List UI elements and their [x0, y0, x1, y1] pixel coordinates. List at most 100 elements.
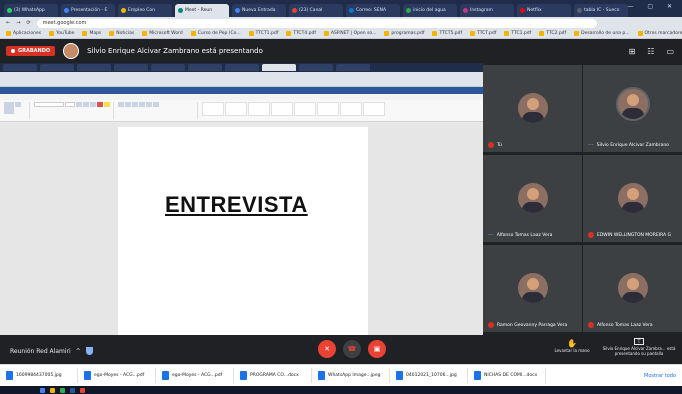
browser-tab[interactable]: Presentación - E — [61, 4, 115, 17]
shared-tab — [3, 64, 37, 71]
download-item[interactable]: ego-Moyes - ACG...pdf — [162, 368, 234, 383]
window-controls[interactable]: — ▢ ✕ — [627, 3, 678, 10]
participant-name: Tú — [497, 142, 502, 148]
download-item[interactable]: WhatsApp Image...jpeg — [318, 368, 390, 383]
browser-tab[interactable]: inicio del agua — [403, 4, 457, 17]
bookmark-icon — [190, 31, 196, 36]
address-bar[interactable]: meet.google.com — [36, 18, 597, 28]
bookmark-icon — [248, 31, 254, 36]
bookmark-item[interactable]: Otros marcadores — [637, 31, 682, 36]
download-item[interactable]: 04012021_10706...jpg — [396, 368, 468, 383]
back-icon[interactable]: ← — [6, 20, 10, 26]
forward-icon[interactable]: → — [16, 20, 20, 26]
show-all-downloads-button[interactable]: Mostrar todo — [644, 373, 676, 379]
browser-tab[interactable]: (23) Canal — [289, 4, 343, 17]
presenting-bar: GRABANDO Silvio Enrique Alcivar Zambrano… — [0, 39, 682, 63]
file-icon — [474, 371, 481, 380]
bookmark-item[interactable]: TTCT5.pdf — [432, 31, 462, 36]
chat-icon[interactable]: ▭ — [666, 47, 674, 56]
participant-tile[interactable]: Ramon Geovanny Parraga Vera — [483, 245, 582, 332]
layout-icon[interactable]: ⊞ — [629, 47, 636, 56]
align-left-icon — [139, 102, 145, 107]
meeting-details[interactable]: Reunión Red Alamiri ^ — [10, 347, 93, 355]
bookmark-label: TTCT4.pdf — [293, 31, 316, 36]
presentation-button[interactable]: ⇡ Silvio Enrique Alcivar Zambra... está … — [600, 338, 678, 357]
camera-off-icon: ▣ — [373, 345, 381, 353]
download-name: ego-Moyes - ACG...pdf — [94, 373, 145, 378]
download-item[interactable]: ego-Moyes - ACG...pdf — [84, 368, 156, 383]
participant-name: Silvio Enrique Alcivar Zambrano — [596, 143, 669, 148]
bookmark-item[interactable]: Curso de Pep (Co... — [190, 31, 241, 36]
start-icon[interactable] — [40, 387, 45, 393]
shield-icon[interactable] — [85, 347, 93, 355]
app-icon[interactable] — [80, 387, 85, 393]
bookmark-label: Aplicaciones — [13, 31, 42, 36]
participant-tile[interactable]: EDWIN WELLINGTON MOREIRA G — [583, 155, 682, 242]
participant-tile[interactable]: Tú — [483, 65, 582, 152]
participant-tile[interactable]: ··· Silvio Enrique Alcivar Zambrano — [583, 65, 682, 152]
reload-icon[interactable]: ⟳ — [26, 20, 30, 26]
bookmark-icon — [286, 31, 292, 36]
bookmark-item[interactable]: ASP.NET | Open so... — [323, 31, 376, 36]
participant-avatar — [617, 273, 648, 303]
shared-tab — [40, 64, 74, 71]
browser-tab[interactable]: Instagram — [460, 4, 514, 17]
browser-tab[interactable]: Nueva Entrada — [232, 4, 286, 17]
bookmark-item[interactable]: Noticias — [109, 31, 134, 36]
bookmark-item[interactable]: Aplicaciones — [6, 31, 41, 36]
style-emphasis — [340, 102, 362, 116]
browser-tab[interactable]: tabla IC - Sueco — [574, 4, 628, 17]
download-name: ego-Moyes - ACG...pdf — [172, 373, 223, 378]
bookmark-item[interactable]: YouTube — [49, 31, 74, 36]
download-item[interactable]: 1609984437005.jpg — [6, 368, 78, 383]
style-title — [294, 102, 316, 116]
bookmark-item[interactable]: TTC2.pdf — [539, 31, 566, 36]
bookmark-icon — [6, 31, 11, 36]
raise-hand-button[interactable]: ✋ Levantar la mano — [552, 339, 592, 353]
bookmark-item[interactable]: Desarrollo de una p... — [574, 31, 630, 36]
raise-hand-label: Levantar la mano — [554, 348, 590, 353]
participant-tile[interactable]: Alfonso Tomas Laaz Vera — [583, 245, 682, 332]
browser-tab[interactable]: Correo: SENA — [346, 4, 400, 17]
download-item[interactable]: NICHAS DE COMI...docx — [474, 368, 546, 383]
browser-tab-strip: (3) WhatsApp Presentación - E Empleo Con Me… — [0, 0, 682, 17]
people-icon[interactable]: ☷ — [647, 47, 654, 56]
bookmark-icon — [432, 31, 438, 36]
shared-tab — [299, 64, 333, 71]
bookmark-item[interactable]: Microsoft Word — [142, 31, 183, 36]
tab-label: Netflix — [527, 8, 542, 13]
bullets-icon — [118, 102, 124, 107]
bookmark-icon — [323, 31, 329, 36]
bookmark-item[interactable]: TTC1.pdf — [504, 31, 531, 36]
bookmark-item[interactable]: TTCT4.pdf — [286, 31, 316, 36]
shared-tab — [114, 64, 148, 71]
browser-tab[interactable]: (3) WhatsApp — [4, 4, 58, 17]
mic-off-button[interactable]: ✕ — [318, 340, 336, 358]
bookmark-item[interactable]: TTCT.pdf — [470, 31, 496, 36]
browser-tab[interactable]: Netflix — [517, 4, 571, 17]
bookmark-item[interactable]: TTCT1.pdf — [248, 31, 278, 36]
word-icon[interactable] — [70, 387, 75, 393]
align-center-icon — [146, 102, 152, 107]
participant-tile[interactable]: ··· Alfonso Tomas Laaz Vera — [483, 155, 582, 242]
shared-bookmarks-bar — [0, 80, 483, 87]
download-item[interactable]: PROGRAMA CO...docx — [240, 368, 312, 383]
bookmark-label: TTCT5.pdf — [439, 31, 463, 36]
participant-name-row: ··· Silvio Enrique Alcivar Zambrano — [588, 142, 669, 148]
font-color-icon — [97, 102, 103, 107]
camera-off-button[interactable]: ▣ — [368, 340, 386, 358]
bookmark-item[interactable]: Maps — [82, 31, 101, 36]
address-text: meet.google.com — [42, 20, 87, 26]
chrome-icon[interactable] — [60, 387, 65, 393]
browser-tab[interactable]: Meet - Reun — [175, 4, 229, 17]
hang-up-button[interactable]: ☎ — [343, 340, 361, 358]
document-page: ENTREVISTA — [118, 127, 368, 335]
tab-favicon-icon — [121, 8, 126, 13]
bookmark-item[interactable]: programas.pdf — [384, 31, 424, 36]
shared-tab-strip — [0, 63, 483, 72]
highlight-icon — [104, 102, 110, 107]
download-name: PROGRAMA CO...docx — [250, 373, 299, 378]
explorer-icon[interactable] — [50, 387, 55, 393]
browser-tab[interactable]: Empleo Con — [118, 4, 172, 17]
shared-tab — [336, 64, 370, 71]
